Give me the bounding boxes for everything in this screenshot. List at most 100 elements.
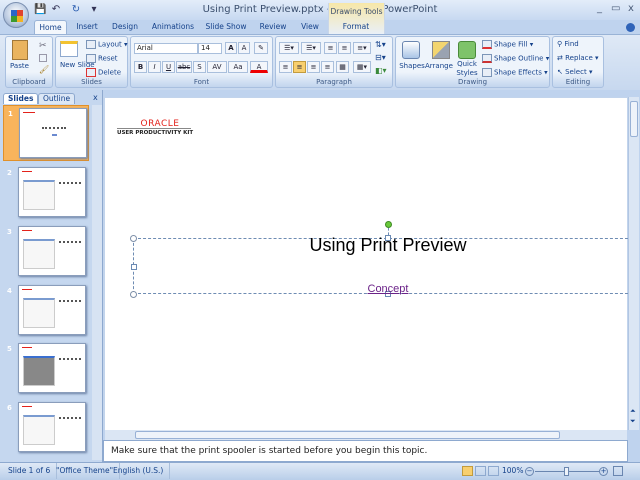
shape-outline-button[interactable]: Shape Outline ▾: [482, 54, 549, 63]
shape-effects-button[interactable]: Shape Effects ▾: [482, 68, 548, 77]
font-size-combo[interactable]: 14: [198, 43, 222, 54]
decrease-indent-button[interactable]: ≡: [324, 42, 337, 54]
slide-thumbnail-preview: [18, 285, 86, 335]
underline-button[interactable]: U: [162, 61, 175, 73]
restore-button[interactable]: ▭: [611, 3, 620, 14]
tab-review[interactable]: Review: [256, 20, 290, 34]
layout-icon: [86, 40, 96, 49]
scroll-thumb[interactable]: [630, 101, 638, 137]
rotate-handle[interactable]: [385, 221, 392, 228]
paste-icon: [12, 40, 28, 60]
zoom-out-icon[interactable]: −: [525, 467, 534, 476]
align-left-button[interactable]: ≡: [279, 61, 292, 73]
reset-button[interactable]: Reset: [86, 54, 118, 63]
grow-font-button[interactable]: A: [225, 42, 237, 54]
columns-button[interactable]: ▦: [336, 61, 349, 73]
font-color-button[interactable]: A: [250, 61, 268, 73]
text-direction-icon[interactable]: ⇅▾: [375, 40, 386, 49]
minimize-button[interactable]: _: [597, 3, 602, 14]
resize-handle[interactable]: [130, 291, 137, 298]
character-spacing-button[interactable]: AV: [207, 61, 227, 73]
slide-thumbnail[interactable]: 1: [3, 105, 89, 161]
cut-icon[interactable]: ✂: [39, 41, 47, 51]
zoom-slider-thumb[interactable]: [564, 467, 569, 476]
shrink-font-button[interactable]: A: [238, 42, 250, 54]
notes-pane[interactable]: Make sure that the print spooler is star…: [103, 440, 628, 462]
clipboard-group: Paste ✂ 🖌 Clipboard: [5, 36, 53, 88]
bullets-button[interactable]: ☰▾: [279, 42, 299, 54]
paste-button[interactable]: Paste: [10, 62, 29, 70]
arrange-icon: [432, 41, 450, 59]
close-button[interactable]: x: [628, 3, 634, 14]
slide-horizontal-scrollbar[interactable]: [105, 430, 627, 440]
clear-formatting-button[interactable]: ✎: [254, 42, 268, 54]
tab-home[interactable]: Home: [34, 20, 67, 34]
bold-button[interactable]: B: [134, 61, 147, 73]
resize-handle[interactable]: [131, 264, 137, 270]
help-icon[interactable]: [626, 23, 635, 32]
change-case-button[interactable]: Aa: [228, 61, 248, 73]
delete-button[interactable]: Delete: [86, 68, 121, 77]
layout-button[interactable]: Layout ▾: [86, 40, 128, 49]
line-spacing-button[interactable]: ≡▾: [353, 42, 371, 54]
resize-handle[interactable]: [130, 235, 137, 242]
font-name-combo[interactable]: Arial: [134, 43, 198, 54]
align-center-button[interactable]: ≡: [293, 61, 306, 73]
copy-icon[interactable]: [39, 54, 47, 62]
subtitle-link[interactable]: Concept: [305, 283, 471, 295]
tab-slide-show[interactable]: Slide Show: [202, 20, 250, 34]
italic-button[interactable]: I: [148, 61, 161, 73]
shadow-button[interactable]: S: [193, 61, 206, 73]
tab-outline[interactable]: Outline: [38, 93, 76, 104]
slide-thumbnail[interactable]: 6: [3, 400, 89, 456]
tab-format[interactable]: Format: [336, 20, 376, 34]
tab-animations[interactable]: Animations: [148, 20, 198, 34]
numbering-button[interactable]: ☰▾: [301, 42, 321, 54]
previous-slide-icon[interactable]: ⏶: [630, 407, 636, 416]
increase-indent-button[interactable]: ≡: [338, 42, 351, 54]
next-slide-icon[interactable]: ⏷: [630, 417, 636, 426]
office-button[interactable]: [3, 2, 29, 28]
pane-close-icon[interactable]: x: [93, 93, 98, 102]
arrange-button[interactable]: Arrange: [425, 62, 453, 70]
slide-thumbnail[interactable]: 3: [3, 224, 89, 280]
language-indicator[interactable]: English (U.S.): [107, 463, 171, 479]
align-text-icon[interactable]: ⊟▾: [375, 53, 386, 62]
align-right-button[interactable]: ≡: [307, 61, 320, 73]
find-button[interactable]: ⚲ Find: [557, 40, 579, 48]
strikethrough-button[interactable]: abc: [176, 61, 192, 73]
slide-canvas[interactable]: ORACLE USER PRODUCTIVITY KIT Using Print…: [105, 98, 633, 430]
replace-button[interactable]: ⇄ Replace ▾: [557, 54, 599, 62]
drawing-group: Shapes Arrange Quick Styles Shape Fill ▾…: [395, 36, 550, 88]
smartart-icon[interactable]: ◧▾: [375, 66, 387, 75]
text-box-button[interactable]: ▦▾: [353, 61, 371, 73]
clipboard-group-label: Clipboard: [12, 78, 46, 86]
normal-view-icon[interactable]: [462, 466, 473, 476]
slide-thumbnail[interactable]: 4: [3, 283, 89, 339]
slides-group-label: Slides: [81, 78, 102, 86]
font-group: Arial 14 A A ✎ B I U abc S AV Aa A Font: [130, 36, 273, 88]
tab-view[interactable]: View: [296, 20, 324, 34]
slide-title[interactable]: Using Print Preview: [205, 235, 571, 256]
zoom-in-icon[interactable]: +: [599, 467, 608, 476]
justify-button[interactable]: ≡: [321, 61, 334, 73]
slide-number: 5: [7, 345, 12, 353]
shapes-button[interactable]: Shapes: [398, 62, 426, 70]
pane-scrollbar[interactable]: [92, 105, 102, 460]
tab-design[interactable]: Design: [107, 20, 143, 34]
format-painter-icon[interactable]: 🖌: [39, 65, 49, 74]
fit-to-window-icon[interactable]: [613, 466, 623, 476]
slide-vertical-scrollbar[interactable]: ⏶ ⏷: [628, 97, 639, 430]
select-button[interactable]: ↖ Select ▾: [557, 68, 592, 76]
slide-sorter-icon[interactable]: [475, 466, 486, 476]
scroll-thumb[interactable]: [135, 431, 560, 439]
slide-show-icon[interactable]: [488, 466, 499, 476]
new-slide-button[interactable]: New Slide: [60, 61, 95, 70]
slide-thumbnail[interactable]: 2: [3, 165, 89, 221]
tab-insert[interactable]: Insert: [70, 20, 104, 34]
zoom-level[interactable]: 100%: [502, 463, 523, 479]
tab-slides[interactable]: Slides: [3, 93, 39, 104]
shape-fill-button[interactable]: Shape Fill ▾: [482, 40, 533, 49]
slide-thumbnail[interactable]: 5: [3, 341, 89, 397]
quick-styles-button[interactable]: Quick Styles: [454, 60, 480, 78]
